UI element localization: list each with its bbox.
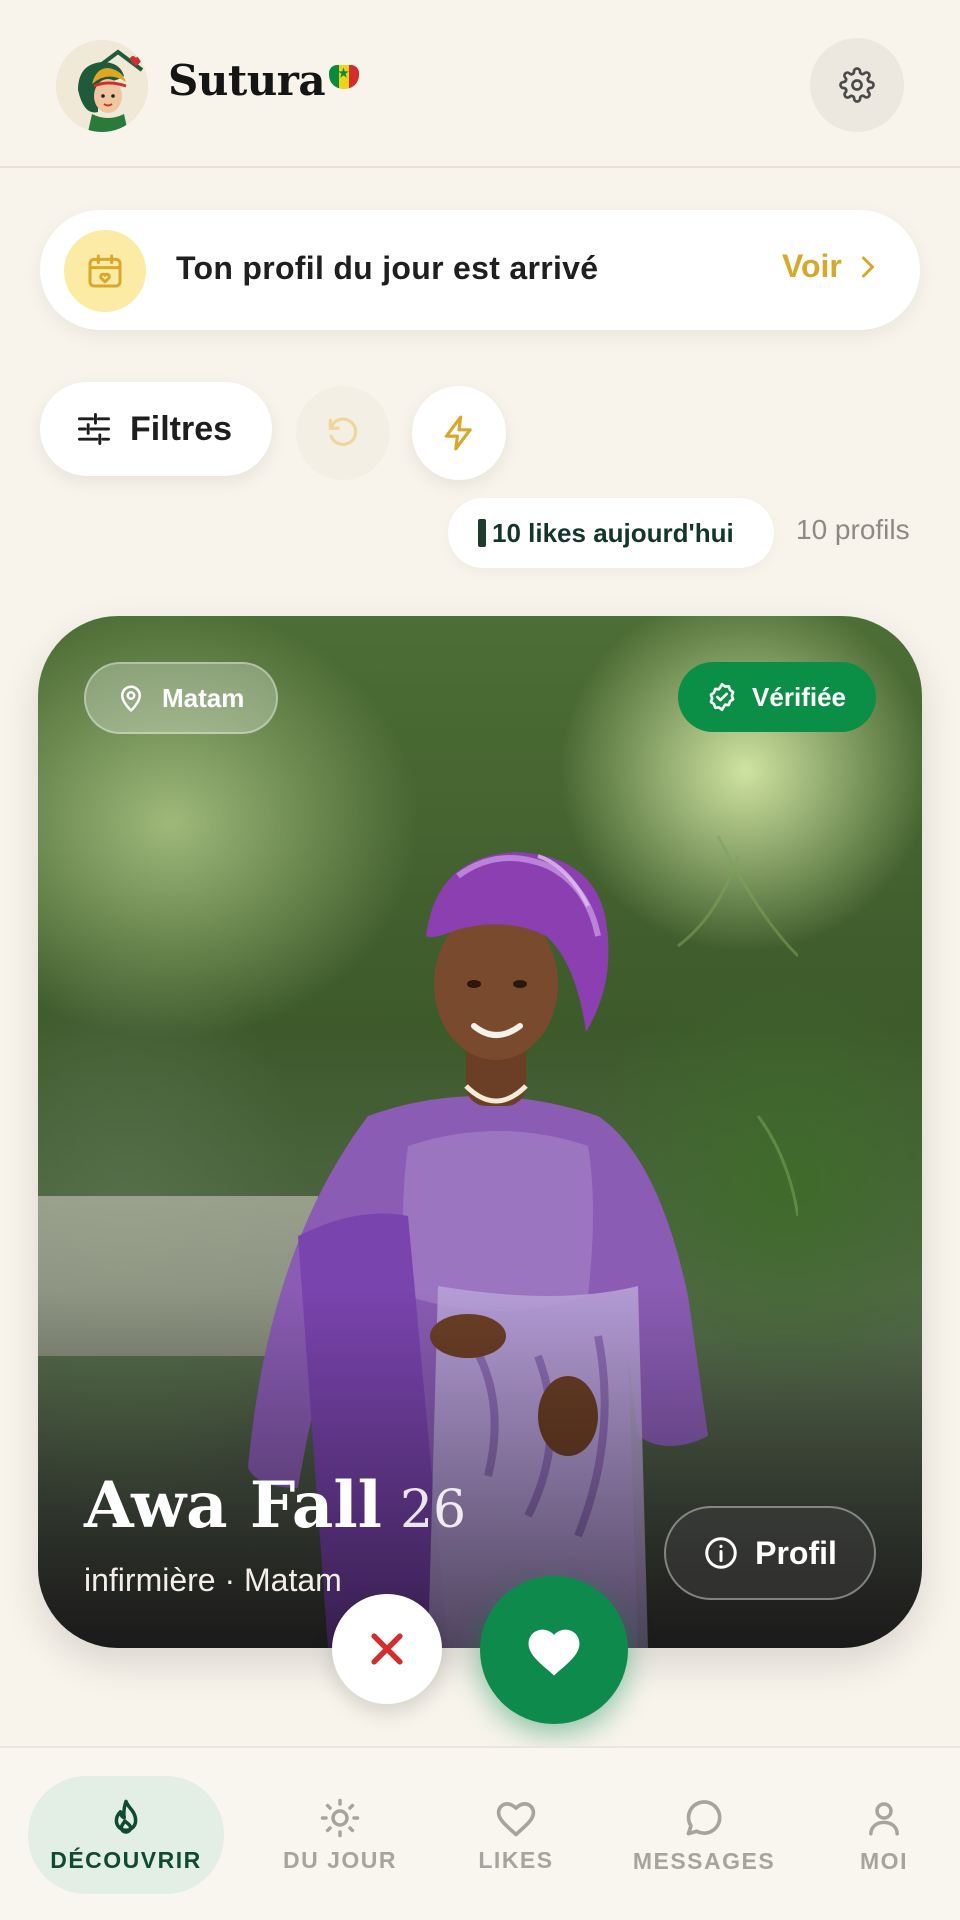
gear-icon — [839, 67, 875, 103]
like-button[interactable] — [480, 1576, 628, 1724]
nav-daily-label: DU JOUR — [282, 1846, 397, 1873]
lightning-icon — [444, 415, 472, 451]
pass-button[interactable] — [332, 1594, 442, 1704]
app-header: Sutura — [0, 0, 960, 168]
nav-messages[interactable]: MESSAGES — [618, 1776, 790, 1894]
profiles-count: 10 profils — [796, 514, 910, 545]
daily-see-link[interactable]: Voir — [782, 248, 878, 285]
nav-daily[interactable]: DU JOUR — [262, 1776, 418, 1894]
daily-banner-text: Ton profil du jour est arrivé — [176, 250, 599, 286]
view-profile-label: Profil — [755, 1534, 837, 1571]
nav-discover-label: DÉCOUVRIR — [50, 1846, 202, 1873]
boost-button[interactable] — [412, 386, 506, 480]
settings-button[interactable] — [810, 38, 904, 132]
verified-badge-label: Vérifiée — [752, 681, 846, 712]
senegal-flag-icon — [329, 65, 360, 89]
daily-icon-wrap — [64, 230, 146, 312]
undo-icon — [328, 417, 358, 446]
chat-bubble-icon — [686, 1799, 722, 1835]
bottom-navigation: DÉCOUVRIR DU JOUR LIKES MESSAGES MOI — [0, 1746, 960, 1920]
heart-icon — [528, 1629, 580, 1676]
profile-card[interactable]: Matam Vérifiée Awa Fall 26 infirmière · … — [38, 616, 922, 1648]
likes-indicator-icon — [478, 519, 486, 547]
view-profile-button[interactable]: Profil — [664, 1506, 876, 1600]
profile-name-line: Awa Fall 26 — [84, 1468, 466, 1543]
likes-today-pill: 10 likes aujourd'hui — [448, 498, 774, 568]
nav-messages-label: MESSAGES — [632, 1847, 776, 1874]
daily-profile-banner[interactable]: Ton profil du jour est arrivé Voir — [40, 210, 920, 330]
verified-badge: Vérifiée — [678, 662, 876, 732]
brand-label: Sutura — [168, 56, 326, 105]
location-badge-label: Matam — [162, 682, 245, 713]
nav-me[interactable]: MOI — [836, 1776, 932, 1894]
brand-name: Sutura — [168, 56, 360, 105]
info-icon — [705, 1537, 737, 1569]
heart-outline-icon — [496, 1801, 536, 1836]
profile-name: Awa Fall — [84, 1468, 382, 1543]
sun-icon — [320, 1798, 360, 1837]
app-logo — [56, 40, 148, 132]
user-icon — [869, 1801, 899, 1835]
filters-button[interactable]: Filtres — [40, 382, 272, 476]
sliders-icon — [78, 413, 110, 445]
location-badge: Matam — [84, 662, 279, 734]
flame-icon — [114, 1799, 138, 1834]
nav-likes[interactable]: LIKES — [456, 1776, 576, 1894]
woman-house-logo-icon — [56, 40, 148, 132]
nav-me-label: MOI — [860, 1847, 908, 1874]
chevron-right-icon — [861, 256, 874, 277]
nav-likes-label: LIKES — [478, 1846, 554, 1873]
filters-label: Filtres — [130, 409, 233, 448]
daily-see-label: Voir — [782, 248, 842, 284]
calendar-heart-icon — [88, 254, 122, 288]
likes-today-label: 10 likes aujourd'hui — [492, 517, 734, 548]
close-icon — [371, 1633, 403, 1665]
verified-check-icon — [709, 683, 735, 711]
undo-button[interactable] — [296, 386, 390, 480]
profile-job-location: infirmière · Matam — [84, 1562, 342, 1598]
nav-discover[interactable]: DÉCOUVRIR — [28, 1776, 224, 1894]
profile-age: 26 — [399, 1480, 467, 1540]
map-pin-icon — [121, 685, 141, 712]
